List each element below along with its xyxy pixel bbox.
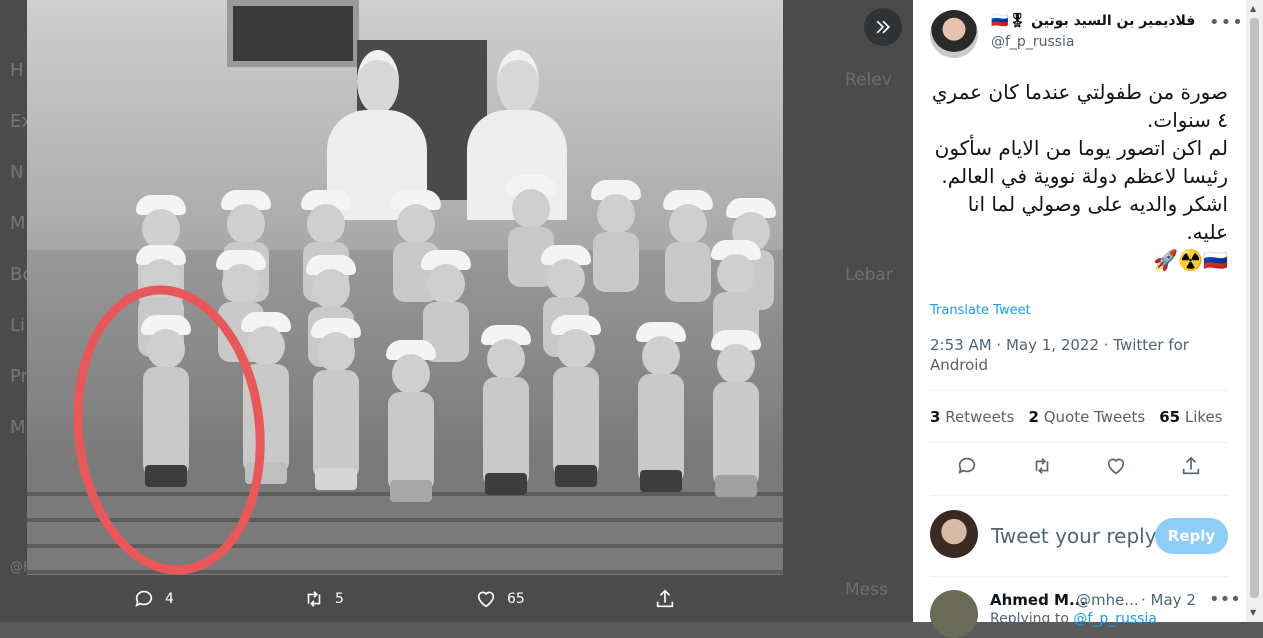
- quotes-value: 2: [1028, 408, 1039, 426]
- tweet-stats: 3 Retweets 2 Quote Tweets 65 Likes: [930, 408, 1223, 426]
- comment-more-button[interactable]: •••: [1209, 589, 1241, 610]
- scroll-down-arrow-icon[interactable]: ▼: [1250, 608, 1256, 617]
- photo-child: [477, 325, 535, 565]
- comment-date[interactable]: · May 2: [1141, 591, 1196, 609]
- background-nav-item: Li: [10, 315, 26, 336]
- tweet-photo[interactable]: [27, 0, 783, 575]
- more-options-button[interactable]: •••: [1209, 12, 1244, 33]
- media-retweet-count: 5: [335, 591, 344, 607]
- like-button[interactable]: [1105, 455, 1127, 481]
- background-sidebar: Relev Lebar Mess: [845, 70, 913, 600]
- photo-child: [307, 318, 365, 568]
- share-button[interactable]: [1180, 455, 1202, 481]
- collapse-panel-button[interactable]: [864, 8, 902, 46]
- background-nav-item: Ex: [10, 111, 33, 132]
- comment-author-name[interactable]: Ahmed M...: [990, 591, 1086, 609]
- media-like-button[interactable]: 65: [475, 588, 525, 610]
- background-nav-item: H: [10, 60, 24, 81]
- retweets-stat[interactable]: 3 Retweets: [930, 408, 1015, 426]
- reply-button[interactable]: [956, 455, 978, 481]
- photo-child: [587, 180, 645, 310]
- author-avatar[interactable]: [930, 10, 978, 58]
- more-icon: •••: [1209, 12, 1244, 33]
- background-nav-item: Bo: [10, 264, 34, 285]
- comment-author-handle[interactable]: @mhe...: [1076, 591, 1139, 609]
- author-badges: 🎖🇷🇺: [991, 13, 1027, 29]
- heart-icon: [477, 591, 495, 608]
- background-label: Lebar: [845, 265, 893, 285]
- retweet-icon: [1035, 458, 1049, 474]
- panel-scrollbar[interactable]: ▲ ▼: [1246, 0, 1263, 622]
- comment-avatar[interactable]: [930, 590, 978, 638]
- divider: [930, 576, 1228, 577]
- replying-prefix: Replying to: [990, 611, 1069, 627]
- scroll-thumb[interactable]: [1250, 18, 1259, 598]
- photo-child: [382, 340, 440, 570]
- author-name-text: فلاديمير بن السيد بوتين: [1031, 13, 1196, 29]
- quote-tweets-stat[interactable]: 2 Quote Tweets: [1029, 408, 1146, 426]
- current-user-avatar: [930, 510, 978, 558]
- tweet-detail-panel: فلاديمير بن السيد بوتين 🎖🇷🇺 @f_p_russia …: [913, 0, 1246, 638]
- reply-icon: [135, 590, 153, 607]
- replying-handle-link[interactable]: @f_p_russia: [1073, 611, 1157, 627]
- share-icon: [656, 589, 674, 608]
- divider: [930, 390, 1228, 391]
- divider: [930, 495, 1228, 496]
- photo-child: [707, 330, 765, 570]
- background-nav-item: N: [10, 162, 24, 183]
- likes-stat[interactable]: 65 Likes: [1159, 408, 1222, 426]
- media-like-count: 65: [507, 591, 525, 607]
- tweet-action-bar: [930, 455, 1228, 481]
- double-chevron-right-icon: [876, 20, 891, 34]
- photo-child: [632, 322, 690, 567]
- retweets-value: 3: [930, 408, 941, 426]
- background-nav-item: M: [10, 417, 26, 438]
- share-icon: [1182, 456, 1199, 475]
- tweet-text: صورة من طفولتي عندما كان عمري ٤ سنوات. ل…: [931, 80, 1228, 272]
- media-share-button[interactable]: [654, 588, 686, 610]
- media-reply-count: 4: [165, 591, 174, 607]
- tweet-timestamp[interactable]: 2:53 AM · May 1, 2022 · Twitter for Andr…: [930, 335, 1220, 375]
- background-label: Relev: [845, 70, 892, 90]
- author-handle[interactable]: @f_p_russia: [991, 34, 1075, 50]
- heart-icon: [1108, 458, 1125, 475]
- background-nav-item: M: [10, 213, 26, 234]
- reply-input[interactable]: Tweet your reply: [991, 524, 1157, 548]
- quotes-label: Quote Tweets: [1043, 408, 1146, 426]
- likes-value: 65: [1159, 408, 1181, 426]
- retweet-button[interactable]: [1031, 455, 1053, 481]
- media-action-bar: 4 5 65: [0, 580, 913, 622]
- likes-label: Likes: [1184, 408, 1223, 426]
- background-nav-item: Pr: [10, 366, 28, 387]
- more-icon: •••: [1209, 589, 1241, 610]
- background-nav: H Ex N M Bo Li Pr M: [0, 60, 34, 468]
- retweet-icon: [307, 591, 321, 607]
- author-name[interactable]: فلاديمير بن السيد بوتين 🎖🇷🇺: [991, 13, 1195, 29]
- media-reply-button[interactable]: 4: [133, 588, 174, 610]
- reply-submit-button[interactable]: Reply: [1155, 518, 1228, 554]
- scroll-up-arrow-icon[interactable]: ▲: [1250, 4, 1256, 13]
- reply-icon: [958, 457, 976, 474]
- comment-replying-to: Replying to @f_p_russia: [990, 611, 1157, 627]
- media-retweet-button[interactable]: 5: [303, 588, 344, 610]
- photo-child: [547, 315, 605, 565]
- translate-tweet-link[interactable]: Translate Tweet: [930, 303, 1031, 318]
- retweets-label: Retweets: [945, 408, 1015, 426]
- divider: [930, 442, 1228, 443]
